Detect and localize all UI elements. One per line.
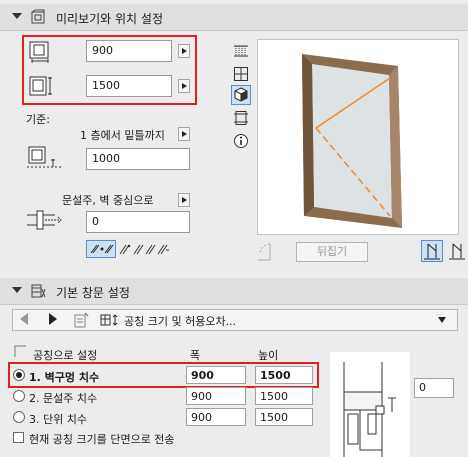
row3-label: 3. 단위 치수 bbox=[29, 413, 87, 426]
anchor-option-label: 문설주, 벽 중심으로 bbox=[62, 194, 154, 207]
reference-label: 기준: bbox=[26, 113, 50, 126]
offset-input[interactable]: 0 bbox=[86, 211, 190, 233]
column-height-header: 높이 bbox=[258, 349, 279, 362]
previous-page-icon[interactable] bbox=[20, 313, 28, 325]
flip-button[interactable]: 뒤집기 bbox=[296, 242, 368, 262]
next-page-icon[interactable] bbox=[49, 313, 57, 325]
reference-option-label: 1 층에서 밑틀까지 bbox=[80, 129, 165, 142]
frame-size-icon bbox=[100, 314, 118, 326]
section-title-2: 기본 창문 설정 bbox=[56, 286, 130, 300]
page-selector-dropdown[interactable]: 공칭 크기 및 허용오차... bbox=[98, 312, 450, 328]
anchor-pair-button-active[interactable] bbox=[86, 240, 116, 258]
row2-radio[interactable] bbox=[13, 390, 25, 402]
section-view-icon[interactable] bbox=[233, 110, 249, 126]
nominal-label: 공칭으로 설정 bbox=[33, 349, 98, 362]
frame-settings-icon bbox=[31, 284, 46, 298]
row3-radio[interactable] bbox=[13, 411, 25, 423]
anchor-arrow-button[interactable] bbox=[178, 193, 190, 207]
row1-height-field[interactable]: 1500 bbox=[255, 366, 313, 384]
floor-plan-view-icon[interactable] bbox=[233, 44, 249, 58]
height-icon bbox=[29, 76, 52, 96]
transfer-checkbox[interactable] bbox=[13, 432, 24, 443]
page-selector-label: 공칭 크기 및 허용오차... bbox=[124, 315, 237, 328]
column-width-header: 폭 bbox=[190, 349, 201, 362]
section-offset-field[interactable]: 0 bbox=[414, 378, 454, 398]
window-3d-preview bbox=[302, 54, 402, 228]
3d-preview-panel bbox=[257, 39, 459, 235]
opening-alt-view-icon[interactable] bbox=[448, 242, 466, 260]
row3-height-field[interactable]: 1500 bbox=[255, 408, 313, 426]
height-arrow-button[interactable] bbox=[178, 79, 190, 93]
opening-view-active-button[interactable] bbox=[421, 240, 443, 262]
preview-settings-icon bbox=[31, 9, 45, 24]
3d-view-button[interactable] bbox=[231, 85, 251, 105]
favorites-page-icon[interactable] bbox=[73, 312, 89, 328]
width-icon bbox=[29, 41, 49, 63]
height-input[interactable]: 1500 bbox=[86, 75, 172, 97]
bracket-corner-icon bbox=[14, 345, 26, 357]
sill-input[interactable]: 1000 bbox=[86, 148, 190, 170]
preview-section-header[interactable]: 미리보기와 위치 설정 bbox=[0, 4, 468, 31]
width-arrow-button[interactable] bbox=[178, 44, 190, 58]
width-input[interactable]: 900 bbox=[86, 40, 172, 62]
row2-height-field[interactable]: 1500 bbox=[255, 387, 313, 405]
dropdown-chevron-icon bbox=[438, 317, 446, 323]
3d-cube-icon bbox=[234, 87, 248, 102]
anchor-left-icon[interactable] bbox=[118, 242, 132, 256]
reference-arrow-button[interactable] bbox=[178, 127, 190, 141]
elevation-view-icon[interactable] bbox=[233, 66, 249, 82]
transfer-label: 현재 공칭 크기를 단면으로 전송 bbox=[29, 433, 175, 446]
row2-width-field[interactable]: 900 bbox=[186, 387, 246, 405]
row1-label: 1. 벽구멍 치수 bbox=[29, 371, 100, 384]
anchor-edge-icon[interactable] bbox=[156, 242, 170, 256]
collapse-triangle-icon-2[interactable] bbox=[12, 287, 22, 293]
info-icon[interactable] bbox=[233, 133, 249, 149]
row3-width-field[interactable]: 900 bbox=[186, 408, 246, 426]
collapse-triangle-icon[interactable] bbox=[12, 13, 22, 19]
sill-height-icon bbox=[27, 146, 61, 168]
rotate-gizmo-icon[interactable] bbox=[256, 240, 282, 262]
wall-offset-icon bbox=[27, 210, 62, 230]
frame-section-header[interactable]: 기본 창문 설정 bbox=[0, 278, 468, 305]
row1-width-field[interactable]: 900 bbox=[186, 366, 246, 384]
row2-label: 2. 문설주 치수 bbox=[29, 392, 98, 405]
row1-radio[interactable] bbox=[13, 369, 25, 381]
section-title: 미리보기와 위치 설정 bbox=[56, 12, 163, 26]
frame-section-diagram bbox=[330, 352, 410, 457]
